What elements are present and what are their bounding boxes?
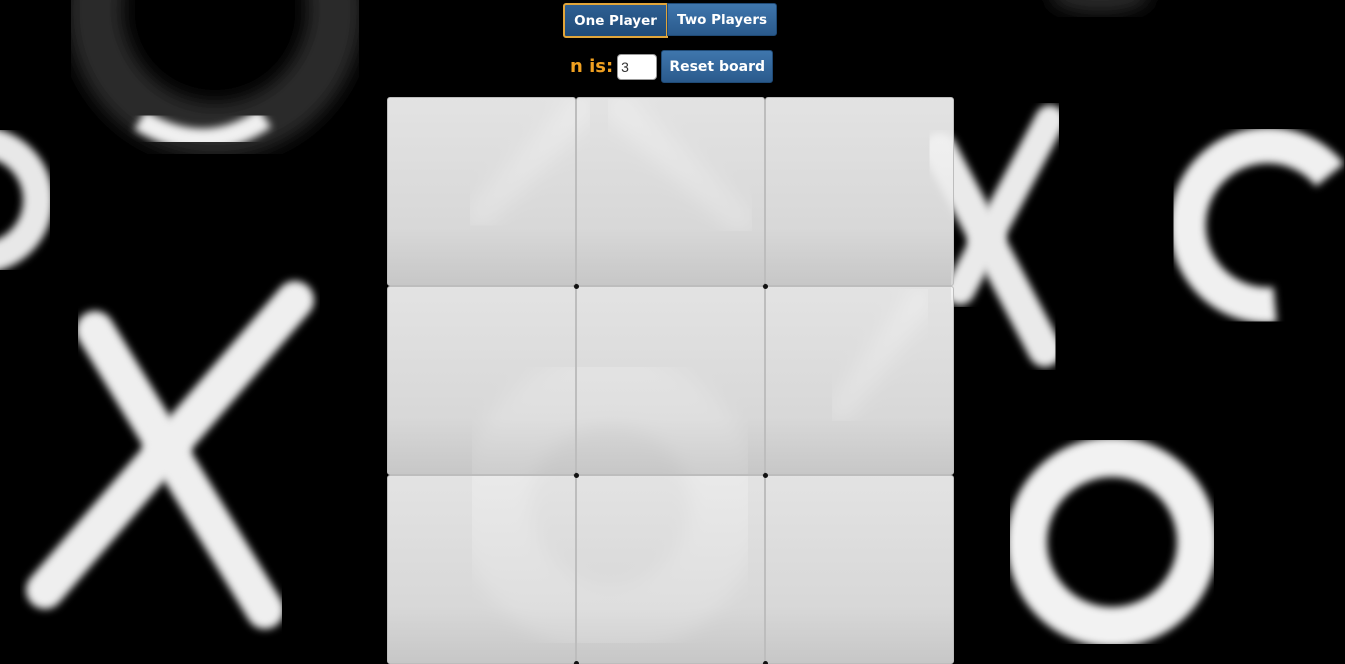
board-cell[interactable] <box>387 97 576 286</box>
grid-dot <box>574 284 579 289</box>
board-size-label: n is: <box>570 56 614 77</box>
o-icon <box>1169 127 1344 324</box>
o-icon <box>1051 0 1149 13</box>
reset-board-button[interactable]: Reset board <box>661 50 774 83</box>
board-cell[interactable] <box>765 475 954 664</box>
player-mode-selector: One Player Two Players <box>563 3 777 38</box>
x-icon <box>26 281 314 629</box>
tic-tac-toe-page: One Player Two Players n is: Reset board <box>0 0 1345 664</box>
o-icon <box>0 129 53 271</box>
board-cell[interactable] <box>576 97 765 286</box>
game-board <box>387 97 954 664</box>
board-cell[interactable] <box>387 475 576 664</box>
grid-dot <box>574 473 579 478</box>
x-icon <box>923 105 1065 367</box>
grid-dot <box>763 284 768 289</box>
board-cell[interactable] <box>765 97 954 286</box>
board-cell[interactable] <box>765 286 954 475</box>
board-cell[interactable] <box>576 475 765 664</box>
one-player-button[interactable]: One Player <box>563 3 668 38</box>
two-players-button[interactable]: Two Players <box>667 3 777 36</box>
o-icon <box>1007 437 1217 647</box>
o-icon <box>67 0 363 158</box>
board-size-row: n is: Reset board <box>570 50 774 83</box>
grid-dot <box>763 473 768 478</box>
board-cell[interactable] <box>387 286 576 475</box>
board-size-input[interactable] <box>617 53 658 80</box>
board-cell[interactable] <box>576 286 765 475</box>
